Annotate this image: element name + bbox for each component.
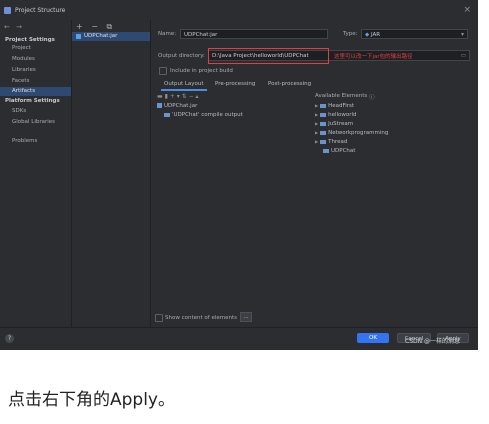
expand-icon: ▶ bbox=[315, 139, 319, 144]
list-item-label: JuStream bbox=[328, 121, 354, 127]
sidebar-item-artifacts[interactable]: Artifacts bbox=[0, 87, 71, 96]
list-item[interactable]: ▶ HeadFirst bbox=[315, 103, 354, 109]
include-build-label: Include in project build bbox=[170, 68, 233, 74]
expand-icon: ▶ bbox=[315, 130, 319, 135]
name-input[interactable]: UDPChat:jar bbox=[180, 29, 328, 39]
module-icon bbox=[320, 130, 327, 135]
jar-type-icon: ◆ bbox=[365, 32, 370, 38]
expand-icon: ▶ bbox=[315, 103, 319, 108]
layout-child[interactable]: 'UDPChat' compile output bbox=[164, 112, 243, 118]
list-item-label: UDPChat bbox=[331, 148, 356, 154]
type-dropdown[interactable]: ◆ JAR ▾ bbox=[361, 29, 468, 39]
list-item-label: Thread bbox=[328, 139, 348, 145]
list-item[interactable]: ▶ helloworld bbox=[315, 112, 357, 118]
list-item[interactable]: UDPChat bbox=[323, 148, 355, 154]
list-item[interactable]: ▶ Networkprogramming bbox=[315, 130, 388, 136]
layout-toolbar[interactable]: ▬ ▮ + ▾ ⇅ − ▴ bbox=[157, 93, 199, 100]
artifact-item[interactable]: UDPChat:jar bbox=[72, 32, 150, 41]
sidebar-item-project[interactable]: Project bbox=[12, 45, 31, 51]
settings-sidebar: ← → Project Settings Project Modules Lib… bbox=[0, 20, 72, 327]
watermark: CSDN @一样的消息 bbox=[405, 338, 461, 345]
ok-button[interactable]: OK bbox=[357, 333, 389, 343]
active-tab-indicator bbox=[161, 89, 207, 91]
back-forward-icon[interactable]: ← → bbox=[4, 23, 24, 31]
type-value: JAR bbox=[370, 32, 381, 38]
highlight-box bbox=[208, 48, 329, 64]
expand-icon: ▶ bbox=[315, 121, 319, 126]
show-content-label: Show content of elements bbox=[165, 315, 237, 321]
module-icon bbox=[320, 103, 327, 108]
folder-icon bbox=[164, 112, 170, 117]
tab-pre-processing[interactable]: Pre-processing bbox=[215, 81, 255, 87]
section-platform-settings: Platform Settings bbox=[5, 98, 60, 104]
module-icon bbox=[320, 121, 327, 126]
sidebar-item-modules[interactable]: Modules bbox=[12, 56, 35, 62]
artifact-list-panel: + − ⧉ UDPChat:jar bbox=[72, 20, 151, 327]
help-icon[interactable]: ? bbox=[5, 334, 14, 343]
jar-icon bbox=[157, 103, 162, 108]
include-build-checkbox[interactable] bbox=[159, 67, 167, 75]
sidebar-item-libraries[interactable]: Libraries bbox=[12, 67, 36, 73]
help-icon[interactable]: ⓘ bbox=[369, 93, 375, 101]
output-directory-label: Output directory: bbox=[158, 53, 205, 59]
artifact-details: Name: UDPChat:jar Type: ◆ JAR ▾ Output d… bbox=[151, 20, 478, 327]
caption-text: 点击右下角的Apply。 bbox=[8, 390, 175, 410]
section-project-settings: Project Settings bbox=[5, 37, 55, 43]
jar-icon bbox=[76, 34, 81, 39]
type-label: Type: bbox=[343, 31, 358, 37]
show-content-checkbox[interactable] bbox=[155, 314, 163, 322]
sidebar-item-problems[interactable]: Problems bbox=[12, 138, 37, 144]
layout-child-label: 'UDPChat' compile output bbox=[172, 112, 243, 118]
layout-root-label: UDPChat.jar bbox=[164, 103, 198, 109]
artifact-toolbar[interactable]: + − ⧉ bbox=[76, 22, 115, 32]
sidebar-item-sdks[interactable]: SDKs bbox=[12, 108, 26, 114]
list-item-label: helloworld bbox=[328, 112, 357, 118]
module-icon bbox=[320, 112, 327, 117]
list-item[interactable]: ▶ JuStream bbox=[315, 121, 353, 127]
module-icon bbox=[320, 139, 327, 144]
project-structure-dialog: Project Structure × ← → Project Settings… bbox=[0, 0, 478, 350]
list-item-label: Networkprogramming bbox=[328, 130, 389, 136]
more-button[interactable]: ... bbox=[240, 312, 252, 322]
layout-root[interactable]: UDPChat.jar bbox=[157, 103, 197, 109]
title-bar: Project Structure × bbox=[0, 0, 478, 20]
list-item-label: HeadFirst bbox=[328, 103, 355, 109]
name-label: Name: bbox=[158, 31, 177, 37]
chevron-down-icon: ▾ bbox=[460, 31, 464, 38]
app-icon bbox=[4, 7, 11, 14]
available-elements-title: Available Elements bbox=[315, 93, 368, 99]
sidebar-item-facets[interactable]: Facets bbox=[12, 78, 29, 84]
tab-output-layout[interactable]: Output Layout bbox=[164, 81, 204, 87]
close-icon[interactable]: × bbox=[463, 5, 471, 15]
expand-icon: ▶ bbox=[315, 112, 319, 117]
window-title: Project Structure bbox=[15, 7, 66, 14]
annotation-text: 这里可以改一下jar包的输出路径 bbox=[334, 54, 413, 60]
tab-post-processing[interactable]: Post-processing bbox=[268, 81, 311, 87]
list-item[interactable]: ▶ Thread bbox=[315, 139, 347, 145]
folder-icon[interactable]: ▭ bbox=[461, 51, 466, 61]
module-icon bbox=[323, 148, 329, 153]
artifact-item-label: UDPChat:jar bbox=[84, 33, 118, 39]
sidebar-item-global-libraries[interactable]: Global Libraries bbox=[12, 119, 55, 125]
sidebar-item-label: Artifacts bbox=[12, 88, 36, 94]
